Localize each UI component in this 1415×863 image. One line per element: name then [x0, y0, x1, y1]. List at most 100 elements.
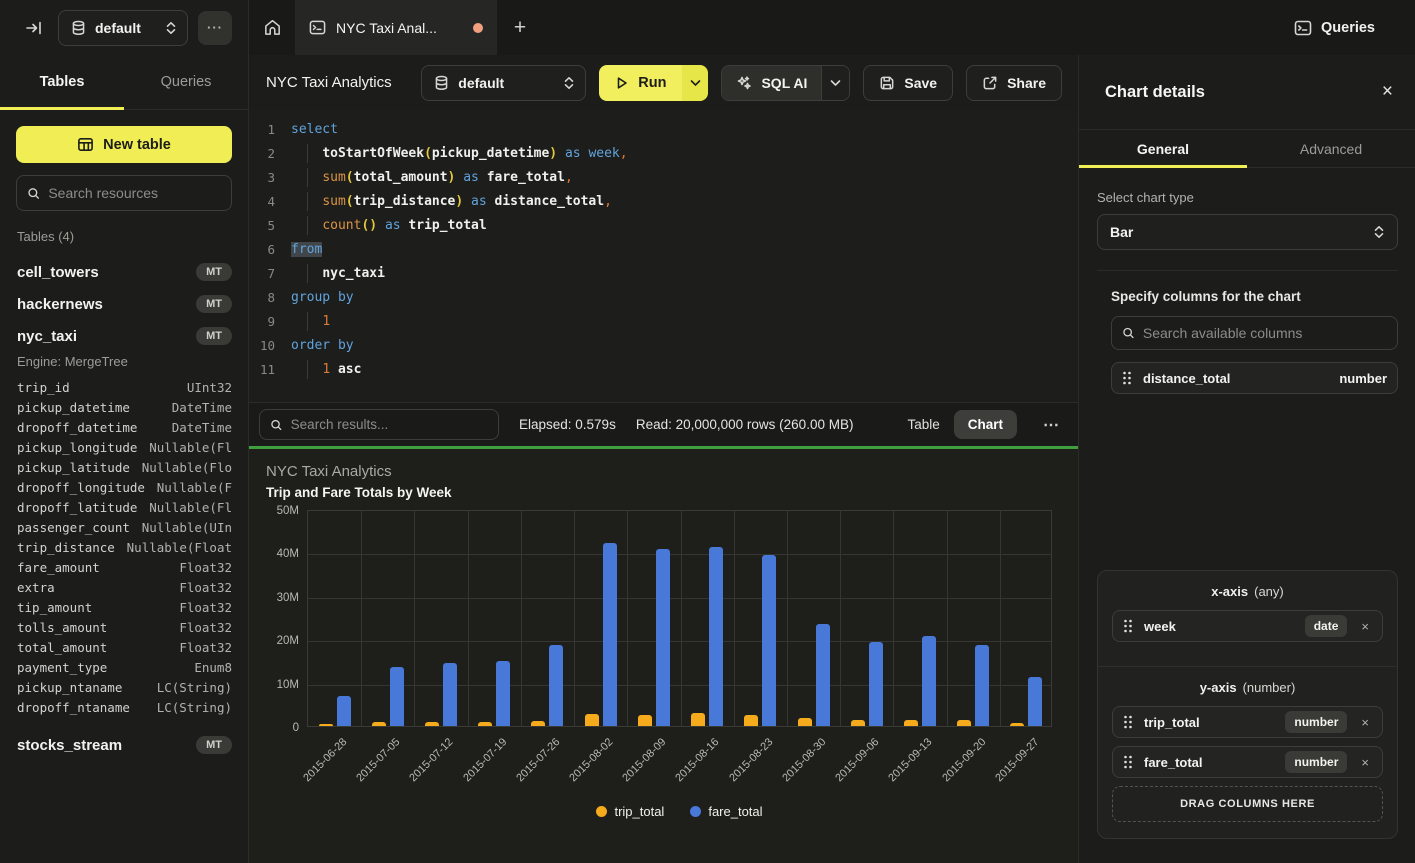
bar-group[interactable] [681, 511, 734, 726]
query-tab-active[interactable]: NYC Taxi Anal... [295, 0, 497, 55]
fare_total-bar[interactable] [443, 663, 457, 726]
editor-line[interactable]: 7 nyc_taxi [249, 261, 1078, 285]
sql-editor[interactable]: 1select2 toStartOfWeek(pickup_datetime) … [249, 110, 1078, 402]
sidebar-search[interactable] [16, 175, 232, 211]
sidebar-database-selector[interactable]: default [58, 10, 188, 46]
fare_total-bar[interactable] [762, 555, 776, 726]
fare_total-bar[interactable] [496, 661, 510, 726]
drag-handle-icon[interactable] [1123, 715, 1133, 729]
collapse-sidebar-button[interactable] [20, 14, 48, 42]
sidebar-tab-tables[interactable]: Tables [0, 55, 124, 109]
fare_total-bar[interactable] [603, 543, 617, 726]
editor-line[interactable]: 9 1 [249, 309, 1078, 333]
table-column-row[interactable]: total_amountFloat32 [17, 637, 232, 657]
trip_total-bar[interactable] [531, 721, 545, 726]
legend-item-trip_total[interactable]: trip_total [596, 804, 664, 819]
y-axis-chip-trip-total[interactable]: trip_total number × [1112, 706, 1383, 738]
run-button[interactable]: Run [599, 65, 682, 101]
columns-search-input[interactable] [1143, 325, 1387, 341]
trip_total-bar[interactable] [585, 714, 599, 726]
results-more-button[interactable]: ⋯ [1037, 415, 1066, 435]
fare_total-bar[interactable] [390, 667, 404, 726]
fare_total-bar[interactable] [1028, 677, 1042, 726]
table-column-row[interactable]: pickup_latitudeNullable(Flo [17, 457, 232, 477]
trip_total-bar[interactable] [372, 722, 386, 726]
new-tab-button[interactable]: + [497, 0, 543, 55]
trip_total-bar[interactable] [744, 715, 758, 726]
bar-group[interactable] [468, 511, 521, 726]
toolbar-database-selector[interactable]: default [421, 65, 586, 101]
bar-group[interactable] [308, 511, 361, 726]
table-column-row[interactable]: pickup_longitudeNullable(Fl [17, 437, 232, 457]
table-item-cell-towers[interactable]: cell_towers MT [17, 256, 232, 288]
remove-column-button[interactable]: × [1358, 755, 1372, 770]
bar-group[interactable] [947, 511, 1000, 726]
table-column-row[interactable]: tolls_amountFloat32 [17, 617, 232, 637]
drag-handle-icon[interactable] [1123, 755, 1133, 769]
chart-type-select[interactable]: Bar [1097, 214, 1398, 250]
fare_total-bar[interactable] [337, 696, 351, 726]
sidebar-search-input[interactable] [48, 185, 221, 201]
fare_total-bar[interactable] [656, 549, 670, 726]
table-column-row[interactable]: dropoff_datetimeDateTime [17, 417, 232, 437]
table-item-stocks-stream[interactable]: stocks_stream MT [17, 729, 232, 761]
editor-line[interactable]: 6from [249, 237, 1078, 261]
trip_total-bar[interactable] [851, 720, 865, 726]
trip_total-bar[interactable] [425, 722, 439, 726]
fare_total-bar[interactable] [869, 642, 883, 726]
drag-handle-icon[interactable] [1123, 619, 1133, 633]
table-column-row[interactable]: pickup_ntanameLC(String) [17, 677, 232, 697]
fare_total-bar[interactable] [975, 645, 989, 726]
available-column-distance-total[interactable]: distance_total number [1111, 362, 1398, 394]
editor-line[interactable]: 4 sum(trip_distance) as distance_total, [249, 189, 1078, 213]
new-table-button[interactable]: New table [16, 126, 232, 163]
trip_total-bar[interactable] [691, 713, 705, 726]
bar-group[interactable] [893, 511, 946, 726]
trip_total-bar[interactable] [904, 720, 918, 727]
legend-item-fare_total[interactable]: fare_total [690, 804, 762, 819]
bar-group[interactable] [574, 511, 627, 726]
table-column-row[interactable]: dropoff_latitudeNullable(Fl [17, 497, 232, 517]
tab-general[interactable]: General [1079, 130, 1247, 167]
table-column-row[interactable]: tip_amountFloat32 [17, 597, 232, 617]
editor-line[interactable]: 3 sum(total_amount) as fare_total, [249, 165, 1078, 189]
fare_total-bar[interactable] [816, 624, 830, 726]
save-button[interactable]: Save [863, 65, 953, 101]
bar-group[interactable] [521, 511, 574, 726]
queries-button[interactable]: Queries [1284, 0, 1415, 55]
bar-group[interactable] [414, 511, 467, 726]
trip_total-bar[interactable] [478, 722, 492, 726]
table-column-row[interactable]: pickup_datetimeDateTime [17, 397, 232, 417]
trip_total-bar[interactable] [957, 720, 971, 727]
editor-line[interactable]: 5 count() as trip_total [249, 213, 1078, 237]
results-search[interactable] [259, 409, 499, 440]
bar-group[interactable] [840, 511, 893, 726]
remove-column-button[interactable]: × [1358, 715, 1372, 730]
run-options-button[interactable] [682, 65, 708, 101]
table-item-nyc-taxi[interactable]: nyc_taxi MT [17, 320, 232, 352]
drag-handle-icon[interactable] [1122, 371, 1132, 385]
editor-line[interactable]: 11 1 asc [249, 357, 1078, 381]
view-toggle-chart[interactable]: Chart [954, 410, 1017, 439]
editor-line[interactable]: 8group by [249, 285, 1078, 309]
bar-group[interactable] [361, 511, 414, 726]
fare_total-bar[interactable] [549, 645, 563, 726]
fare_total-bar[interactable] [922, 636, 936, 726]
editor-line[interactable]: 1select [249, 117, 1078, 141]
fare_total-bar[interactable] [709, 547, 723, 726]
sidebar-more-button[interactable]: ··· [198, 11, 232, 45]
table-column-row[interactable]: dropoff_ntanameLC(String) [17, 697, 232, 717]
tab-advanced[interactable]: Advanced [1247, 130, 1415, 167]
x-axis-chip-week[interactable]: week date × [1112, 610, 1383, 642]
columns-search[interactable] [1111, 316, 1398, 350]
table-column-row[interactable]: payment_typeEnum8 [17, 657, 232, 677]
table-column-row[interactable]: extraFloat32 [17, 577, 232, 597]
editor-line[interactable]: 10order by [249, 333, 1078, 357]
sql-ai-options-button[interactable] [821, 66, 849, 100]
remove-column-button[interactable]: × [1358, 619, 1372, 634]
chart-plot-area[interactable]: 010M20M30M40M50M2015-06-282015-07-052015… [307, 510, 1052, 727]
editor-line[interactable]: 2 toStartOfWeek(pickup_datetime) as week… [249, 141, 1078, 165]
home-button[interactable] [249, 0, 295, 55]
table-column-row[interactable]: trip_idUInt32 [17, 377, 232, 397]
table-column-row[interactable]: dropoff_longitudeNullable(F [17, 477, 232, 497]
